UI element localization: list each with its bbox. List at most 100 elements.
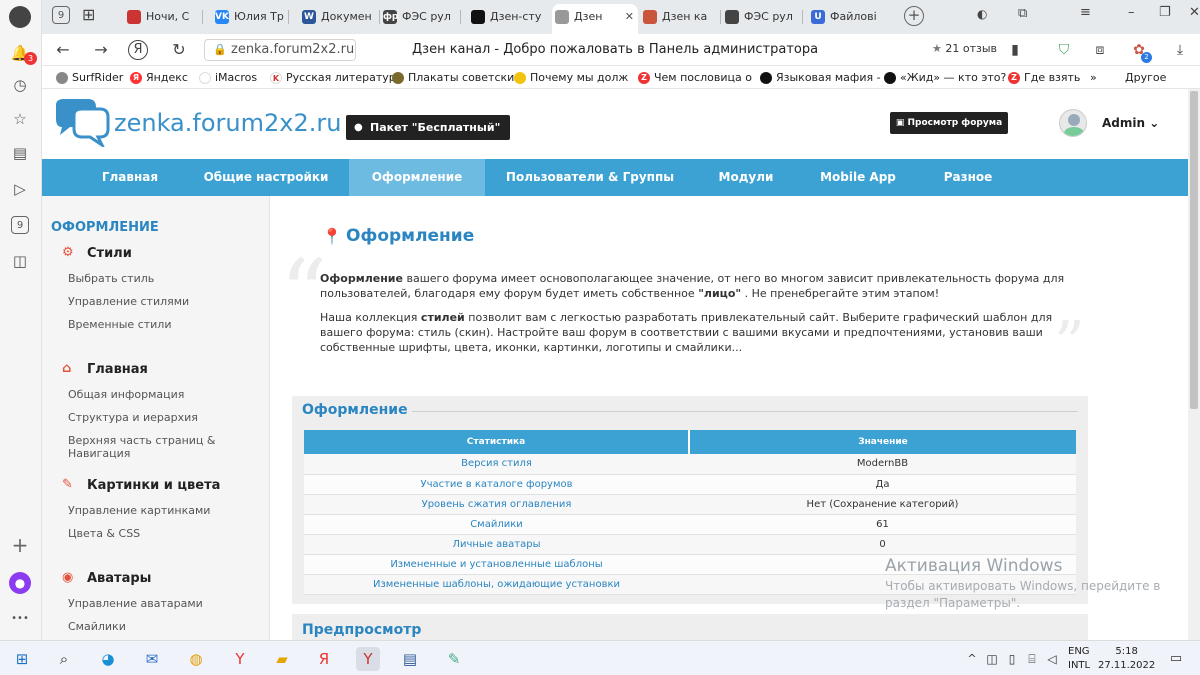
- stat-name[interactable]: Участие в каталоге форумов: [304, 474, 689, 495]
- tabs-counter-icon[interactable]: 9: [52, 6, 70, 24]
- file-explorer-icon[interactable]: ▰: [270, 647, 294, 671]
- minimize-icon[interactable]: –: [1128, 5, 1135, 20]
- tab-0[interactable]: Ночи, С: [124, 4, 198, 30]
- reload-icon[interactable]: ↻: [168, 39, 190, 61]
- sidebar-link-temp-styles[interactable]: Временные стили: [68, 318, 171, 331]
- downloads-icon[interactable]: ⤓: [1170, 40, 1190, 60]
- preview-forum-button[interactable]: ▣ Просмотр форума: [890, 112, 1008, 134]
- nav-users-groups[interactable]: Пользователи & Группы: [500, 159, 680, 196]
- tab-2[interactable]: W Докумен: [299, 4, 375, 30]
- sidebar-link-structure[interactable]: Структура и иерархия: [68, 411, 198, 424]
- sidebar-counter-icon[interactable]: 9: [11, 216, 29, 234]
- stat-name[interactable]: Смайлики: [304, 514, 689, 535]
- sidebar-link-manage-styles[interactable]: Управление стилями: [68, 295, 189, 308]
- nav-mobile-app[interactable]: Mobile App: [808, 159, 908, 196]
- tab-close-icon[interactable]: ✕: [625, 4, 634, 30]
- history-icon[interactable]: ◷: [9, 74, 31, 96]
- bookmarks-star-icon[interactable]: ☆: [9, 108, 31, 130]
- yandex-browser-icon[interactable]: Y: [228, 647, 252, 671]
- stat-name[interactable]: Личные аватары: [304, 534, 689, 555]
- forward-icon[interactable]: →: [90, 39, 112, 61]
- word-icon[interactable]: ▤: [398, 647, 422, 671]
- url-field[interactable]: 🔒 zenka.forum2x2.ru: [204, 39, 356, 61]
- sidebar-link-header-nav[interactable]: Верхняя часть страниц & Навигация: [68, 434, 269, 460]
- bookmark-item[interactable]: iMacros: [199, 70, 257, 86]
- browser-sidebar: 🔔 3 ◷ ☆ ▤ ▷ 9 ◫ + ● •••: [0, 0, 42, 640]
- screenshot-icon[interactable]: ◫: [9, 250, 31, 272]
- sidebar-link-choose-style[interactable]: Выбрать стиль: [68, 272, 154, 285]
- page-scrollbar[interactable]: [1188, 89, 1200, 640]
- notifications-center-icon[interactable]: ▭: [1164, 647, 1188, 671]
- mail-icon[interactable]: ✉: [140, 647, 164, 671]
- paint-icon[interactable]: ✎: [442, 647, 466, 671]
- scrollbar-thumb[interactable]: [1190, 91, 1198, 409]
- nav-misc[interactable]: Разное: [928, 159, 1008, 196]
- bookmark-item[interactable]: Я Яндекс: [130, 70, 188, 86]
- tab-search-icon[interactable]: ◐: [977, 7, 987, 21]
- volume-icon[interactable]: ◁: [1040, 647, 1064, 671]
- extension-icon[interactable]: ⧈: [1090, 40, 1110, 60]
- nav-main[interactable]: Главная: [76, 159, 184, 196]
- more-dots-icon[interactable]: •••: [9, 608, 31, 630]
- add-panel-icon[interactable]: +: [9, 534, 31, 556]
- sidebar-link-smilies[interactable]: Смайлики: [68, 620, 126, 633]
- stat-name[interactable]: Измененные шаблоны, ожидающие установки: [304, 574, 689, 595]
- sidebar-link-manage-avatars[interactable]: Управление аватарами: [68, 597, 203, 610]
- bookmarks-other-folder[interactable]: Другое: [1125, 70, 1166, 86]
- tab-1[interactable]: VK Юлия Тр: [212, 4, 284, 30]
- admin-menu[interactable]: Admin ⌄: [1102, 116, 1159, 130]
- sidebar-link-general-info[interactable]: Общая информация: [68, 388, 184, 401]
- language-indicator[interactable]: ENG INTL: [1068, 645, 1090, 673]
- stat-name[interactable]: Версия стиля: [304, 454, 689, 475]
- bookmark-item[interactable]: Плакаты советски: [392, 70, 514, 86]
- yandex-browser-active-icon[interactable]: Y: [356, 647, 380, 671]
- restore-icon[interactable]: ❐: [1159, 5, 1171, 20]
- windows-start-icon[interactable]: ⊞: [10, 647, 34, 671]
- bookmark-item[interactable]: Z Где взять: [1008, 70, 1080, 86]
- alice-assistant-icon[interactable]: ●: [9, 572, 31, 594]
- tab-8[interactable]: U Файлові: [808, 4, 888, 30]
- package-badge[interactable]: ● Пакет "Бесплатный": [346, 115, 511, 140]
- collections-icon[interactable]: ▤: [9, 142, 31, 164]
- tab-5[interactable]: Дзен ✕: [552, 4, 638, 34]
- nav-design[interactable]: Оформление: [349, 159, 485, 196]
- chrome-icon[interactable]: ◍: [184, 647, 208, 671]
- bookmark-item[interactable]: K Русская литератур: [270, 70, 396, 86]
- clock[interactable]: 5:18 27.11.2022: [1098, 645, 1155, 673]
- bookmark-item[interactable]: Языковая мафия -: [760, 70, 881, 86]
- site-rating[interactable]: ★ 21 отзыв: [932, 42, 997, 55]
- nav-general-settings[interactable]: Общие настройки: [198, 159, 334, 196]
- tab-separator: [202, 10, 203, 24]
- admin-avatar[interactable]: [1059, 109, 1087, 137]
- video-play-icon[interactable]: ▷: [9, 178, 31, 200]
- bookmark-item[interactable]: «Жид» — кто это?: [884, 70, 1006, 86]
- stat-name[interactable]: Уровень сжатия оглавления: [304, 494, 689, 515]
- search-icon[interactable]: ⌕: [52, 647, 76, 671]
- bookmark-item[interactable]: Z Чем пословица о: [638, 70, 752, 86]
- tab-6[interactable]: Дзен ка: [640, 4, 716, 30]
- forum-logo-icon[interactable]: [50, 97, 110, 147]
- back-icon[interactable]: ←: [52, 39, 74, 61]
- edge-icon[interactable]: ◕: [96, 647, 120, 671]
- yandex-home-icon[interactable]: Я: [128, 40, 148, 60]
- stat-name[interactable]: Измененные и установленные шаблоны: [304, 554, 689, 575]
- tab-collection-icon[interactable]: ⧉: [1018, 6, 1027, 21]
- close-window-icon[interactable]: ✕: [1189, 5, 1200, 20]
- forum-logo-text[interactable]: zenka.forum2x2.ru: [114, 109, 341, 137]
- new-tab-button[interactable]: +: [904, 6, 924, 26]
- tab-4[interactable]: Дзен-сту: [468, 4, 546, 30]
- window-menu-icon[interactable]: ≡: [1080, 5, 1091, 20]
- new-tab-folder-icon[interactable]: ⊞: [82, 5, 95, 24]
- yandex-icon[interactable]: Я: [312, 647, 336, 671]
- bookmark-item[interactable]: SurfRider: [56, 70, 123, 86]
- sidebar-link-manage-images[interactable]: Управление картинками: [68, 504, 210, 517]
- tab-7[interactable]: ФЭС рул: [722, 4, 798, 30]
- bookmark-flag-icon[interactable]: ▮: [1005, 40, 1025, 60]
- nav-modules[interactable]: Модули: [702, 159, 790, 196]
- bookmarks-more-button[interactable]: »: [1090, 70, 1097, 86]
- profile-avatar-icon[interactable]: [9, 6, 31, 28]
- tab-3[interactable]: фр ФЭС рул: [380, 4, 456, 30]
- bookmark-item[interactable]: Почему мы долж: [514, 70, 628, 86]
- sidebar-link-colors-css[interactable]: Цвета & CSS: [68, 527, 140, 540]
- protect-shield-icon[interactable]: ⛉: [1054, 40, 1074, 60]
